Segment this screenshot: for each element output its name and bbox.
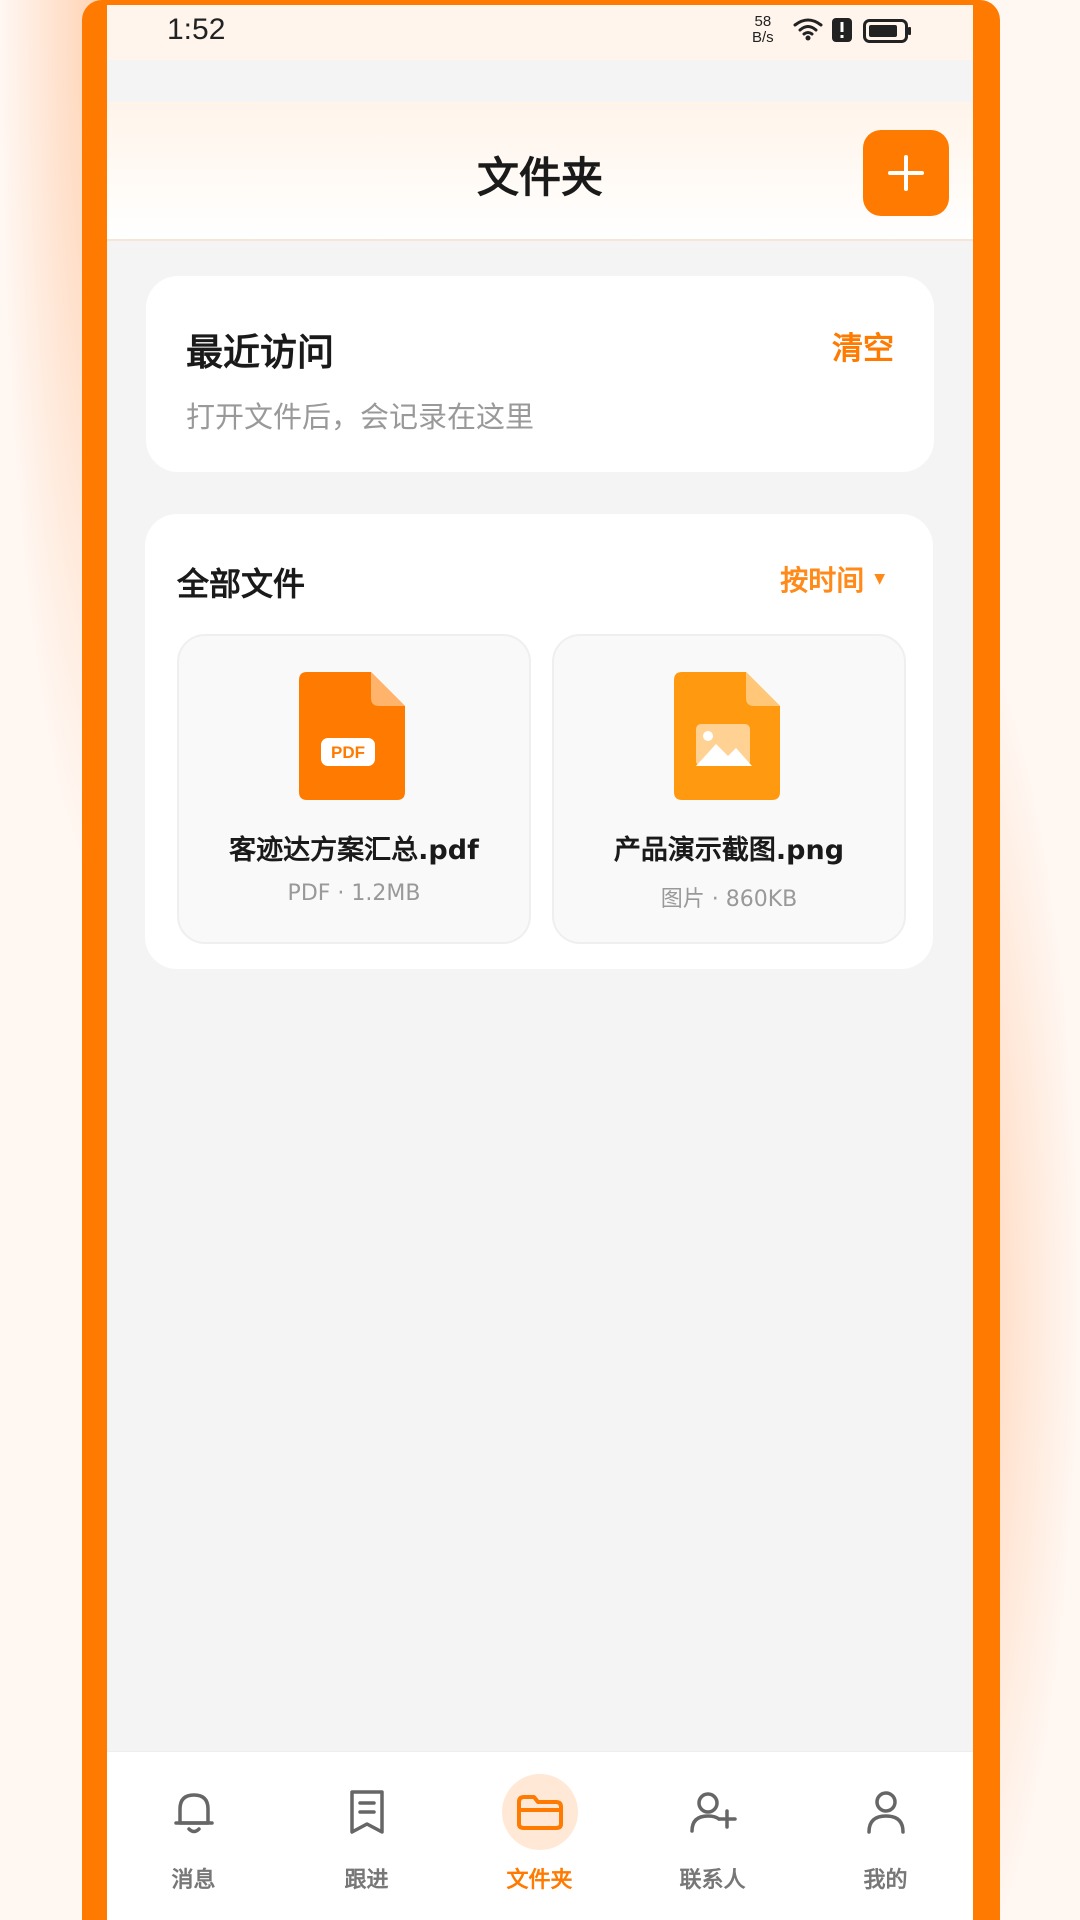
network-speed-unit: B/s (752, 29, 774, 46)
add-user-icon (675, 1774, 751, 1850)
network-speed: 58 B/s (752, 14, 774, 46)
file-tile[interactable]: PDF 客迹达方案汇总.pdf PDF · 1.2MB (177, 634, 531, 944)
status-spacer (107, 60, 973, 102)
pdf-file-icon: PDF (299, 672, 405, 800)
recent-empty-hint: 打开文件后，会记录在这里 (186, 400, 535, 434)
file-meta: PDF · 1.2MB (287, 881, 421, 906)
recent-access-title: 最近访问 (186, 331, 334, 374)
file-tile[interactable]: 产品演示截图.png 图片 · 860KB (552, 634, 906, 944)
all-files-title: 全部文件 (177, 565, 306, 603)
page-header: 文件夹 (107, 102, 973, 241)
wifi-icon (793, 18, 823, 41)
tab-contacts[interactable]: 联系人 (626, 1752, 799, 1920)
user-icon (848, 1774, 924, 1850)
bell-icon (156, 1774, 232, 1850)
all-files-card: 全部文件 按时间 ▼ PDF 客迹达方案汇总.pdf PDF · 1.2MB 产… (145, 514, 933, 969)
image-file-icon (674, 672, 780, 800)
triangle-down-icon: ▼ (874, 571, 885, 587)
sort-label: 按时间 (780, 564, 865, 597)
file-name: 产品演示截图.png (613, 835, 845, 866)
alert-icon (832, 18, 852, 42)
note-icon (329, 1774, 405, 1850)
pdf-file-icon-label: PDF (331, 743, 365, 762)
tab-label: 消息 (171, 1868, 216, 1893)
folder-icon (501, 1774, 578, 1850)
battery-icon (863, 19, 911, 43)
network-speed-value: 58 (754, 13, 772, 30)
sort-by-time-button[interactable]: 按时间 ▼ (780, 559, 885, 599)
tab-folder[interactable]: 文件夹 (453, 1752, 626, 1920)
page-title: 文件夹 (476, 153, 603, 202)
add-button[interactable] (863, 130, 949, 216)
file-name: 客迹达方案汇总.pdf (229, 835, 479, 866)
tab-messages[interactable]: 消息 (107, 1752, 280, 1920)
tab-label: 联系人 (679, 1868, 746, 1893)
recent-access-card: 最近访问 清空 打开文件后，会记录在这里 (146, 276, 934, 472)
bottom-tab-bar: 消息 跟进 文件夹 联系人 我的 (107, 1751, 973, 1920)
tab-profile[interactable]: 我的 (799, 1752, 972, 1920)
status-bar: 1:52 58 B/s (107, 5, 973, 60)
tab-label: 我的 (863, 1868, 908, 1893)
tab-follow-up[interactable]: 跟进 (280, 1752, 453, 1920)
file-meta: 图片 · 860KB (660, 887, 798, 912)
clear-recent-button[interactable]: 清空 (832, 323, 894, 368)
plus-icon (888, 155, 924, 191)
tab-label: 跟进 (344, 1868, 389, 1893)
tab-label: 文件夹 (506, 1868, 573, 1893)
status-time: 1:52 (167, 13, 226, 46)
app-screen: 1:52 58 B/s 文件夹 最近访问 清空 打开文件后，会记录在这里 全部文… (107, 5, 973, 1920)
